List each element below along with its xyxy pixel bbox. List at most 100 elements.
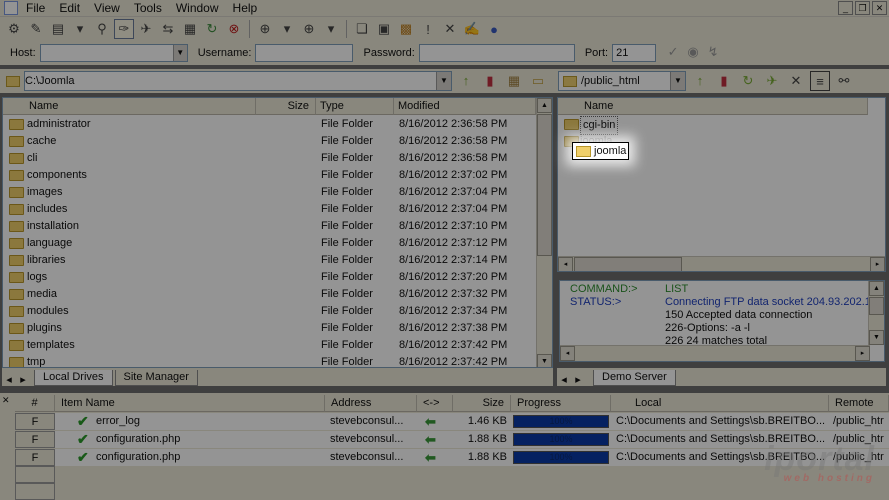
table-row[interactable]: F ✔ configuration.php stevebconsul... ⬅ 1.88 …: [15, 449, 889, 466]
chevron-down-icon[interactable]: ▼: [436, 72, 451, 90]
remote-file-list[interactable]: Name cgi-bin joomla ◂ ▸: [557, 97, 886, 272]
table-row[interactable]: F ✔ configuration.php stevebconsul... ⬅ 1.88 …: [15, 431, 889, 448]
info-icon[interactable]: ●: [484, 19, 504, 39]
col-size[interactable]: Size: [256, 98, 316, 115]
transfer-queue[interactable]: ✕ # Item Name Address <-> Size Progress …: [0, 393, 889, 500]
list-item[interactable]: images File Folder 8/16/2012 2:37:04 PM: [3, 184, 552, 201]
scroll-left-icon[interactable]: ◂: [558, 257, 573, 271]
queue-icon[interactable]: ⇆: [158, 19, 178, 39]
list-item[interactable]: libraries File Folder 8/16/2012 2:37:14 PM: [3, 252, 552, 269]
tab-next-icon[interactable]: ▸: [16, 373, 30, 386]
tab-prev-icon[interactable]: ◂: [557, 373, 571, 386]
menu-view[interactable]: View: [94, 1, 120, 15]
scroll-right-icon[interactable]: ▸: [855, 346, 870, 361]
dropdown-icon[interactable]: ▾: [70, 19, 90, 39]
paste-icon[interactable]: ▣: [374, 19, 394, 39]
refresh-icon[interactable]: ↻: [202, 19, 222, 39]
list-item[interactable]: plugins File Folder 8/16/2012 2:37:38 PM: [3, 320, 552, 337]
host-input[interactable]: ▼: [39, 44, 188, 62]
port-input[interactable]: 21: [612, 44, 657, 62]
remote-hscrollbar[interactable]: ◂ ▸: [558, 256, 885, 271]
folder-new-icon[interactable]: ▩: [396, 19, 416, 39]
chevron-down-icon[interactable]: ▼: [172, 45, 187, 61]
col-size[interactable]: Size: [453, 395, 511, 412]
list-item[interactable]: templates File Folder 8/16/2012 2:37:42 PM: [3, 337, 552, 354]
alert-icon[interactable]: !: [418, 19, 438, 39]
disconnect-button-icon[interactable]: ◉: [684, 44, 702, 62]
username-input[interactable]: [255, 44, 354, 62]
menu-file[interactable]: File: [26, 1, 45, 15]
sync-icon[interactable]: ✈: [762, 71, 782, 91]
col-name[interactable]: Name: [558, 98, 868, 115]
download-dropdown-icon[interactable]: ▾: [277, 19, 297, 39]
list-item[interactable]: installation File Folder 8/16/2012 2:37:10…: [3, 218, 552, 235]
list-item[interactable]: tmp File Folder 8/16/2012 2:37:42 PM: [3, 354, 552, 367]
list-item[interactable]: language File Folder 8/16/2012 2:37:12 PM: [3, 235, 552, 252]
restore-icon[interactable]: ❐: [855, 1, 870, 15]
col-name[interactable]: Name: [3, 98, 256, 115]
scroll-right-icon[interactable]: ▸: [870, 257, 885, 271]
transfer-icon[interactable]: ✑: [114, 19, 134, 39]
copy-icon[interactable]: ❏: [352, 19, 372, 39]
menu-help[interactable]: Help: [233, 1, 258, 15]
scroll-left-icon[interactable]: ◂: [560, 346, 575, 361]
local-path-select[interactable]: C:\Joomla ▼: [24, 71, 452, 91]
bookmark-icon[interactable]: ▮: [714, 71, 734, 91]
col-modified[interactable]: Modified: [394, 98, 536, 115]
tab-demo-server[interactable]: Demo Server: [593, 370, 676, 386]
scroll-thumb[interactable]: [869, 297, 884, 315]
col-progress[interactable]: Progress: [511, 395, 611, 412]
col-local[interactable]: Local: [611, 395, 829, 412]
filter-icon[interactable]: ⚯: [834, 71, 854, 91]
scroll-down-icon[interactable]: ▼: [869, 330, 884, 345]
remote-path-select[interactable]: /public_html ▼: [558, 71, 686, 91]
password-input[interactable]: [418, 44, 575, 62]
list-item[interactable]: includes File Folder 8/16/2012 2:37:04 PM: [3, 201, 552, 218]
close-icon[interactable]: ✕: [872, 1, 887, 15]
connect-icon[interactable]: ⚙: [4, 19, 24, 39]
tab-prev-icon[interactable]: ◂: [2, 373, 16, 386]
list-item[interactable]: cgi-bin: [558, 116, 885, 135]
folder-open-icon[interactable]: ▭: [528, 71, 548, 91]
tab-site-manager[interactable]: Site Manager: [114, 370, 198, 386]
log-hscrollbar[interactable]: ◂ ▸: [560, 345, 870, 361]
col-remote[interactable]: Remote: [829, 395, 889, 412]
scroll-down-icon[interactable]: ▼: [537, 354, 552, 367]
table-row[interactable]: F ✔ error_log stevebconsul... ⬅ 1.46 KB 100% C:…: [15, 413, 889, 430]
delete-icon[interactable]: ✕: [440, 19, 460, 39]
list-item[interactable]: cli File Folder 8/16/2012 2:36:58 PM: [3, 150, 552, 167]
session-log[interactable]: COMMAND:> LIST STATUS:> Connecting FTP data…: [559, 280, 885, 362]
menu-window[interactable]: Window: [176, 1, 219, 15]
local-scrollbar[interactable]: ▲ ▼: [536, 98, 552, 367]
list-item[interactable]: logs File Folder 8/16/2012 2:37:20 PM: [3, 269, 552, 286]
up-folder-icon[interactable]: ↑: [690, 71, 710, 91]
col-address[interactable]: Address: [325, 395, 417, 412]
reconnect-button-icon[interactable]: ↯: [704, 44, 722, 62]
col-item-name[interactable]: Item Name: [55, 395, 325, 412]
local-file-list[interactable]: Name Size Type Modified administrator Fil…: [2, 97, 553, 368]
view-icon[interactable]: ≡: [810, 71, 830, 91]
col-direction[interactable]: <->: [417, 395, 453, 412]
drive-icon[interactable]: ▦: [504, 71, 524, 91]
download-icon[interactable]: ⊕: [255, 19, 275, 39]
bookmark-icon[interactable]: ▮: [480, 71, 500, 91]
menu-edit[interactable]: Edit: [59, 1, 80, 15]
list-item[interactable]: cache File Folder 8/16/2012 2:36:58 PM: [3, 133, 552, 150]
refresh-icon[interactable]: ↻: [738, 71, 758, 91]
log-scrollbar[interactable]: ▲ ▼: [868, 281, 884, 345]
scroll-thumb[interactable]: [574, 257, 682, 271]
chevron-down-icon[interactable]: ▼: [670, 72, 685, 90]
scroll-up-icon[interactable]: ▲: [537, 98, 552, 113]
col-type[interactable]: Type: [316, 98, 394, 115]
scroll-thumb[interactable]: [537, 114, 552, 256]
tab-next-icon[interactable]: ▸: [571, 373, 585, 386]
close-queue-icon[interactable]: ✕: [2, 395, 10, 406]
quick-connect-icon[interactable]: ✎: [26, 19, 46, 39]
stop-icon[interactable]: ⊗: [224, 19, 244, 39]
scroll-up-icon[interactable]: ▲: [869, 281, 884, 296]
new-icon[interactable]: ▤: [48, 19, 68, 39]
tab-local-drives[interactable]: Local Drives: [34, 370, 113, 386]
list-item[interactable]: administrator File Folder 8/16/2012 2:36:5…: [3, 116, 552, 133]
list-item[interactable]: media File Folder 8/16/2012 2:37:32 PM: [3, 286, 552, 303]
connect-button-icon[interactable]: ✓: [664, 44, 682, 62]
